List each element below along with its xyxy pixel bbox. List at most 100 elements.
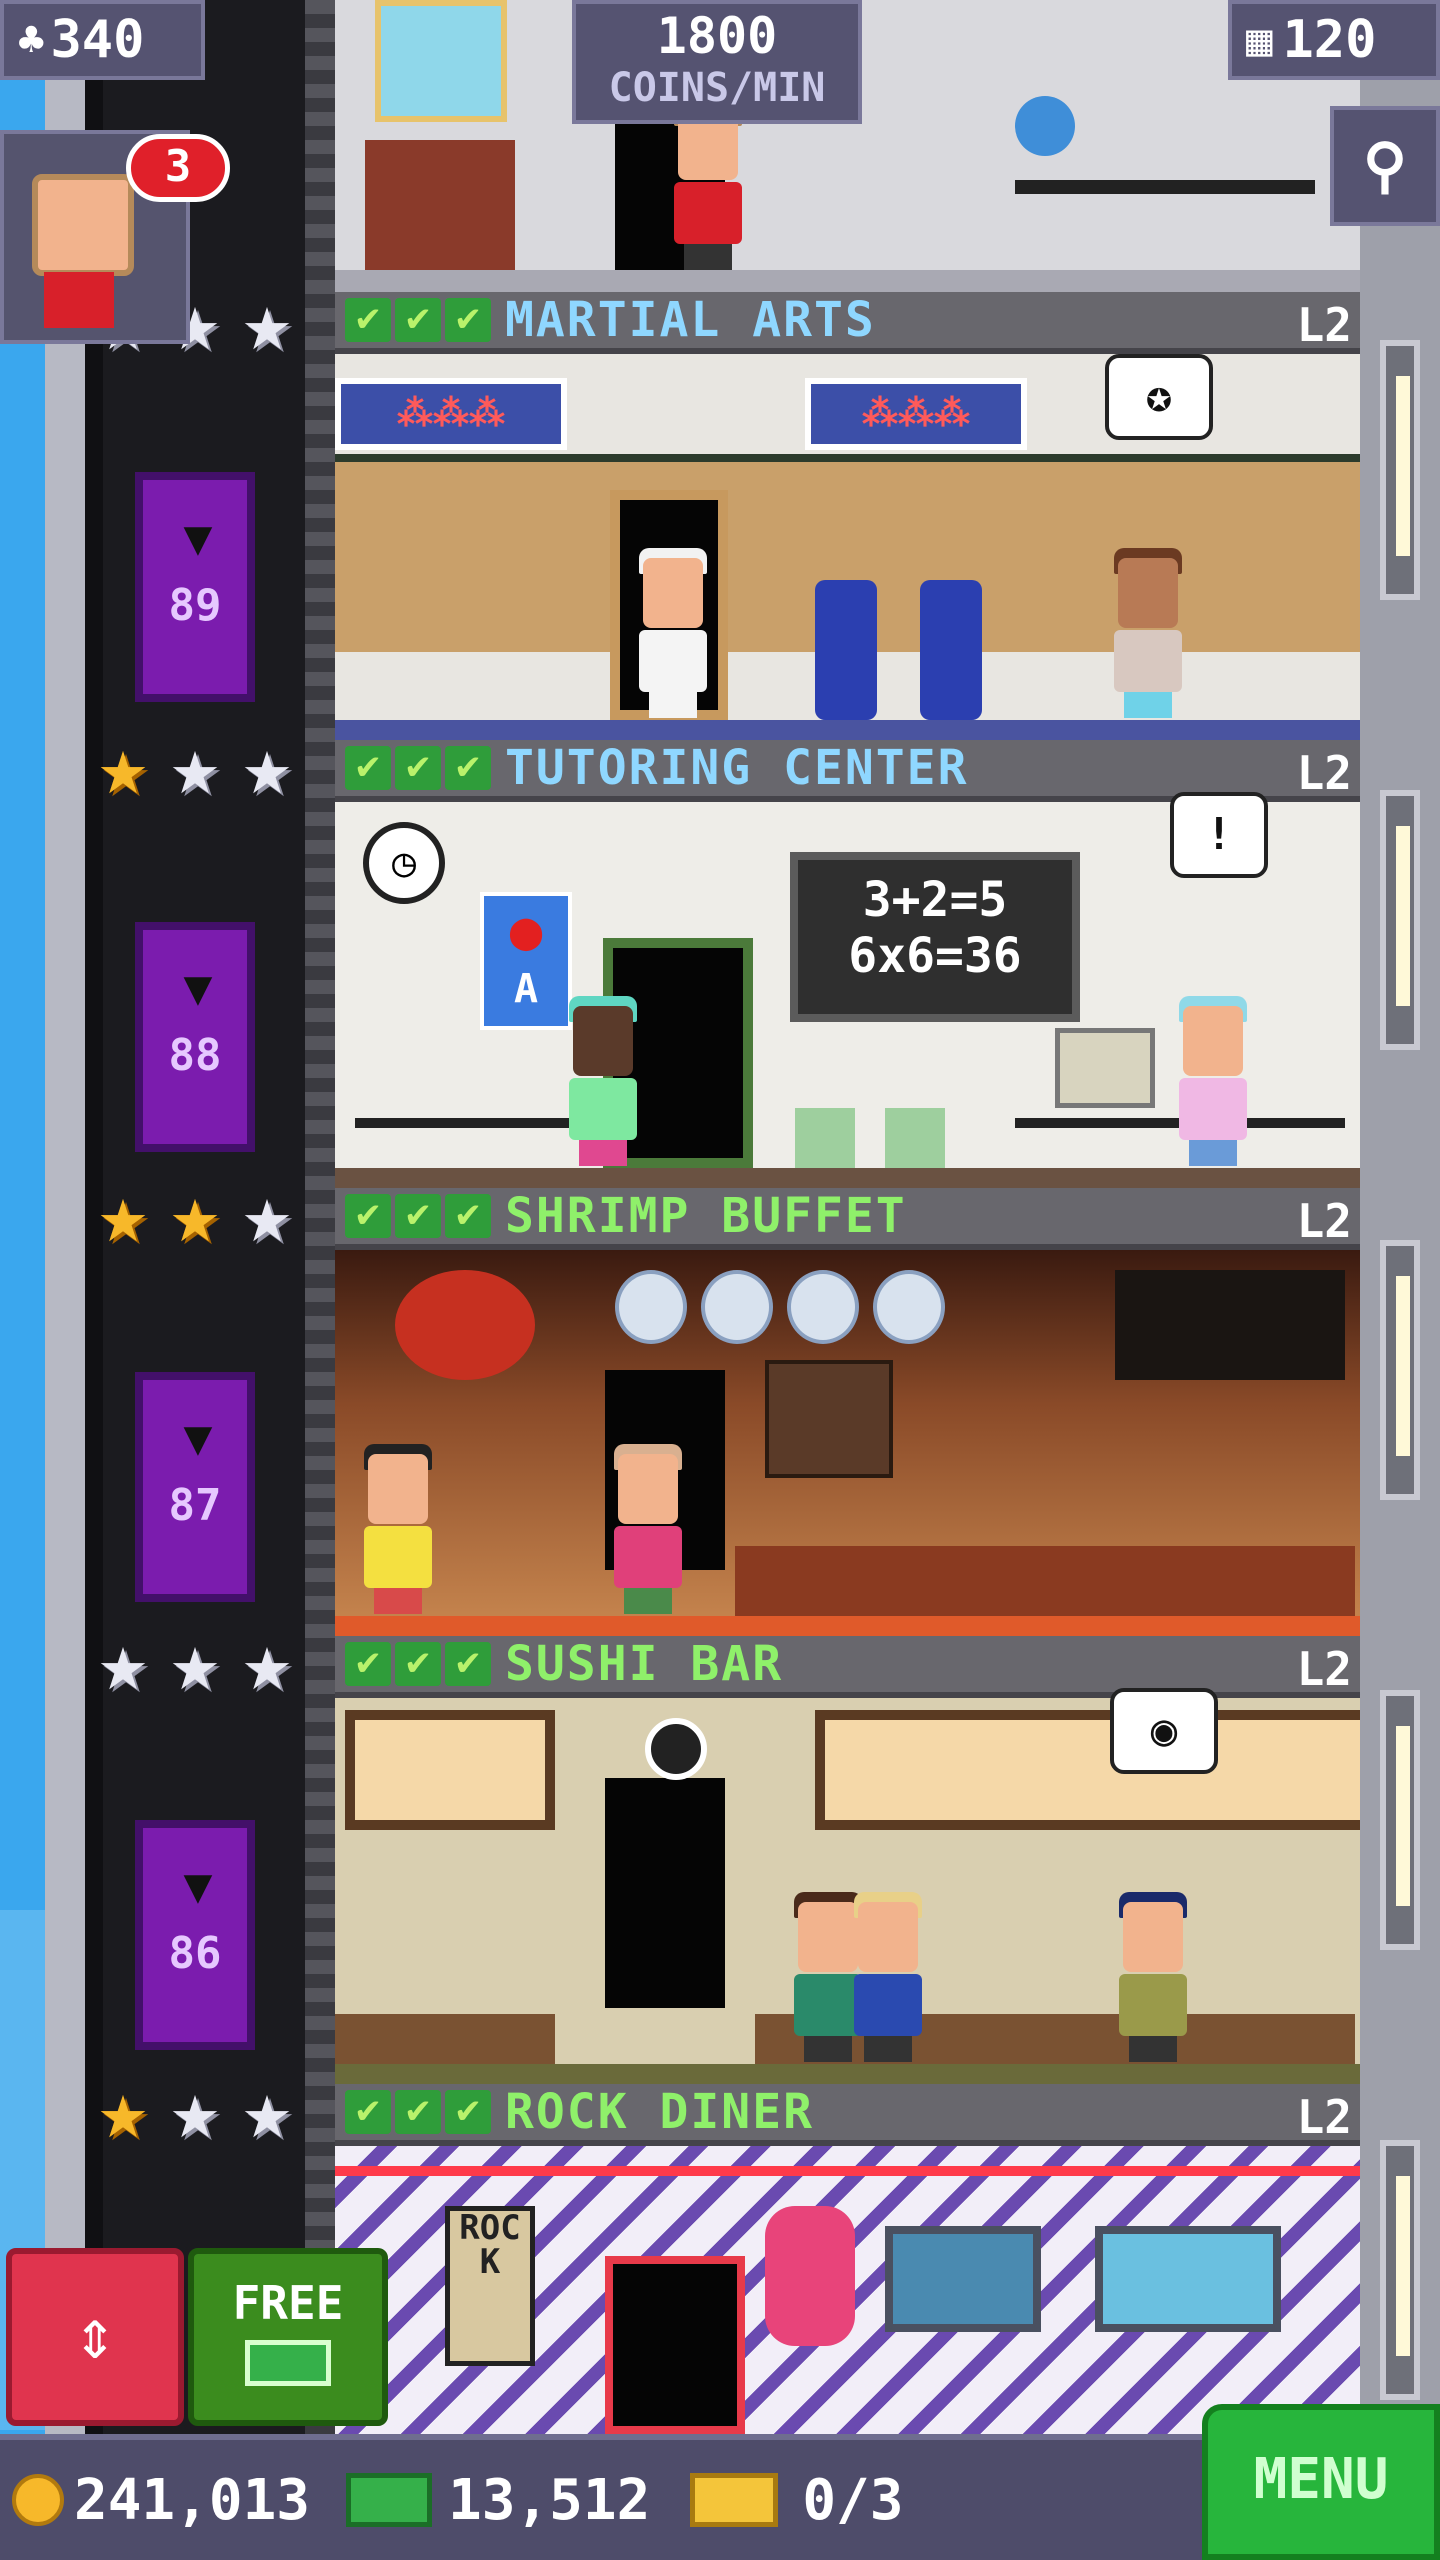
bottle-shelf — [765, 1360, 893, 1478]
floor-level: L2 — [1296, 1194, 1352, 1248]
check-icon: ✔ — [395, 2090, 441, 2134]
chalkboard: 3+2=5 6x6=36 — [790, 852, 1080, 1022]
bux-stat[interactable]: 13,512 — [346, 2468, 650, 2533]
coins-stat[interactable]: 241,013 — [12, 2468, 310, 2533]
coins-rate-panel[interactable]: 1800 COINS/MIN — [572, 0, 862, 124]
paper-window — [345, 1710, 555, 1830]
stairwell-window — [1380, 340, 1420, 600]
stock-checks: ✔ ✔ ✔ — [345, 2090, 491, 2134]
bitizen[interactable] — [565, 996, 641, 1166]
check-icon: ✔ — [345, 746, 391, 790]
bitizen[interactable] — [670, 100, 746, 270]
star-icon: ★ — [241, 2083, 293, 2151]
desk — [1015, 180, 1315, 194]
floor-label-bar[interactable]: ✔ ✔ ✔ SHRIMP BUFFET L2 — [335, 1188, 1360, 1250]
star-icon: ★ — [241, 295, 293, 363]
stock-checks: ✔ ✔ ✔ — [345, 746, 491, 790]
floor-label-bar[interactable]: ✔ ✔ ✔ ROCK DINER L2 — [335, 2084, 1360, 2146]
counter — [335, 2014, 555, 2064]
coin-icon — [12, 2474, 64, 2526]
elevator-car[interactable]: ▼ 88 — [135, 922, 255, 1152]
bitizen[interactable] — [635, 548, 711, 718]
floors-counter[interactable]: ▦ 120 — [1228, 0, 1440, 80]
floor-martial-arts[interactable]: ✔ ✔ ✔ MARTIAL ARTS L2 ⁂⁂⁂ ⁂⁂⁂ ✪ — [335, 292, 1360, 740]
sushi-thought-bubble[interactable]: ◉ — [1110, 1688, 1218, 1774]
elevator-car[interactable]: ▼ 87 — [135, 1372, 255, 1602]
computer — [1055, 1028, 1155, 1108]
stairwell-window — [1380, 790, 1420, 1050]
floor-tutoring-center[interactable]: ✔ ✔ ✔ TUTORING CENTER L2 ◷ ● A 3+2=5 6x6… — [335, 740, 1360, 1188]
floor-label-bar[interactable]: ✔ ✔ ✔ MARTIAL ARTS L2 — [335, 292, 1360, 354]
bitizen[interactable] — [1175, 996, 1251, 1166]
chalkboard-line: 6x6=36 — [848, 928, 1022, 984]
floor-shrimp-buffet[interactable]: ✔ ✔ ✔ SHRIMP BUFFET L2 — [335, 1188, 1360, 1636]
floor-name: SUSHI BAR — [505, 1636, 784, 1692]
medal-icon: ✪ — [1145, 371, 1173, 422]
up-down-arrows-icon: ⇕ — [73, 2293, 117, 2375]
floor-sushi-bar[interactable]: ✔ ✔ ✔ SUSHI BAR L2 ◉ — [335, 1636, 1360, 2084]
banner: ⁂⁂⁂ — [335, 378, 567, 450]
elevator-floor-number: 88 — [168, 1030, 222, 1081]
menu-board — [1115, 1270, 1345, 1380]
floor-level: L2 — [1296, 2090, 1352, 2144]
stock-checks: ✔ ✔ ✔ — [345, 1642, 491, 1686]
search-button[interactable]: ⚲ — [1330, 106, 1440, 226]
star-icon: ★ — [241, 1635, 293, 1703]
population-counter[interactable]: ♣ 340 — [0, 0, 205, 80]
elevator-control-button[interactable]: ⇕ — [6, 2248, 184, 2426]
population-icon: ♣ — [18, 14, 45, 66]
floor-level: L2 — [1296, 746, 1352, 800]
building-icon: ▦ — [1246, 14, 1273, 66]
tickets-stat[interactable]: 0/3 — [690, 2468, 903, 2533]
sushi-sign-icon — [645, 1718, 707, 1780]
bitizen[interactable] — [1115, 1892, 1191, 2062]
floor-name: TUTORING CENTER — [505, 740, 969, 796]
floor-stars: ★ ★ ★ — [92, 742, 298, 804]
sushi-icon: ◉ — [1150, 1705, 1178, 1756]
room-interior — [335, 1250, 1360, 1636]
search-icon: ⚲ — [1363, 131, 1407, 201]
floor-rock-diner[interactable]: ✔ ✔ ✔ ROCK DINER L2 ROCK — [335, 2084, 1360, 2434]
star-icon: ★ — [169, 1635, 221, 1703]
elevator-floor-number: 86 — [168, 1928, 222, 1979]
check-icon: ✔ — [395, 1194, 441, 1238]
elevator-shaft[interactable] — [85, 0, 335, 2560]
floor-name: MARTIAL ARTS — [505, 292, 876, 348]
bitizen[interactable] — [1110, 548, 1186, 718]
medal-thought-bubble[interactable]: ✪ — [1105, 354, 1213, 440]
alert-bubble[interactable]: ! — [1170, 792, 1268, 878]
check-icon: ✔ — [445, 746, 491, 790]
globe — [1015, 96, 1075, 156]
check-icon: ✔ — [445, 298, 491, 342]
punching-bag — [920, 580, 982, 720]
room-interior: ◷ ● A 3+2=5 6x6=36 ! — [335, 792, 1360, 1188]
floor-mat — [335, 720, 1360, 740]
avatar-body — [44, 272, 114, 328]
bitizen[interactable] — [610, 1444, 686, 1614]
free-bux-button[interactable]: FREE — [188, 2248, 388, 2426]
tv-screen — [1095, 2226, 1281, 2332]
apple-icon: ● — [509, 899, 543, 962]
notification-badge: 3 — [126, 134, 230, 202]
elevator-car[interactable]: ▼ 86 — [135, 1820, 255, 2050]
bux-icon — [346, 2473, 433, 2527]
star-icon: ★ — [97, 739, 149, 807]
golden-ticket-icon — [690, 2473, 779, 2527]
bat-icon: ▼ — [183, 1410, 213, 1466]
avatar — [32, 174, 134, 276]
floor-door — [605, 1778, 725, 2008]
bat-icon: ▼ — [183, 960, 213, 1016]
star-icon: ★ — [169, 2083, 221, 2151]
room-interior: ◉ — [335, 1688, 1360, 2084]
bitizen[interactable] — [850, 1892, 926, 2062]
rock-sign: ROCK — [445, 2206, 535, 2366]
elevator-car[interactable]: ▼ 89 — [135, 472, 255, 702]
menu-button[interactable]: MENU — [1202, 2404, 1440, 2560]
floor-slab — [335, 1168, 1360, 1188]
bitizen[interactable] — [360, 1444, 436, 1614]
check-icon: ✔ — [345, 2090, 391, 2134]
free-label: FREE — [232, 2276, 344, 2330]
check-icon: ✔ — [345, 298, 391, 342]
coins-rate-value: 1800 — [656, 7, 778, 65]
visitor-portrait-button[interactable]: 3 — [0, 130, 230, 344]
